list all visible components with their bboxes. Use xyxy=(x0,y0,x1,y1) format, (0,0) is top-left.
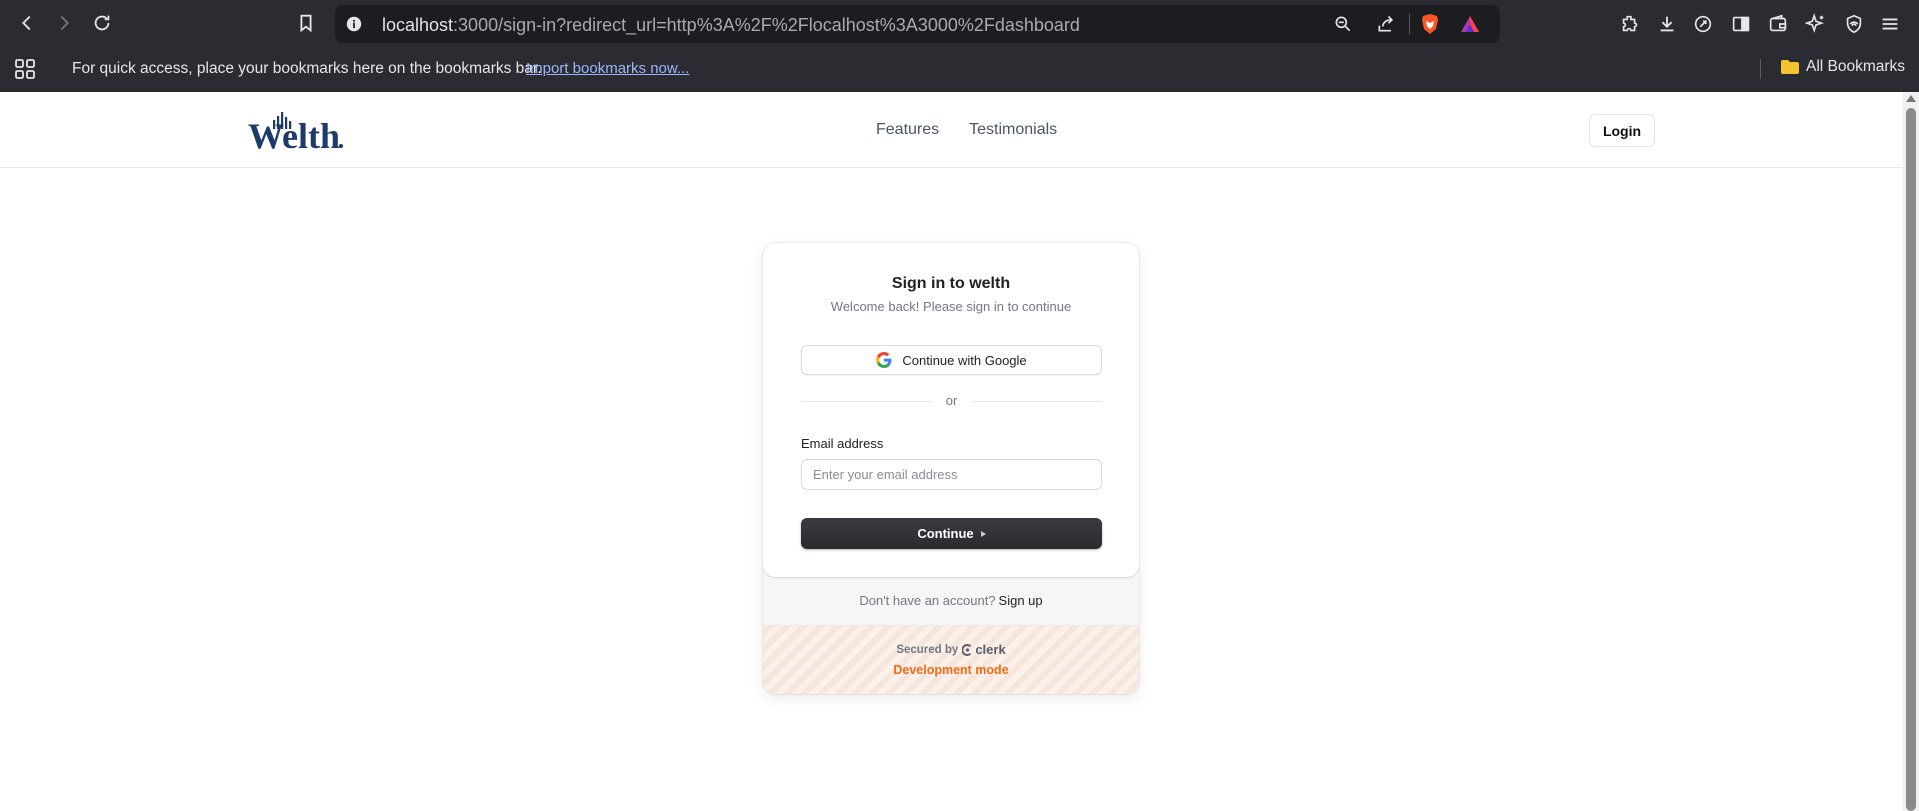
scrollbar-thumb[interactable] xyxy=(1906,108,1916,811)
caret-right-icon xyxy=(980,530,986,537)
url-text: localhost:3000/sign-in?redirect_url=http… xyxy=(382,15,1080,36)
welth-logo[interactable]: Welth xyxy=(248,108,344,152)
dev-mode-footer: Secured by clerk Development mode xyxy=(763,626,1139,694)
site-header: Welth Features Testimonials Login xyxy=(0,92,1903,168)
apps-grid-icon[interactable] xyxy=(13,57,37,81)
or-divider: or xyxy=(801,393,1102,409)
signin-subtitle: Welcome back! Please sign in to continue xyxy=(830,299,1072,314)
extensions-icon[interactable] xyxy=(1617,11,1643,37)
signin-card: Sign in to welth Welcome back! Please si… xyxy=(763,243,1139,694)
signin-title: Sign in to welth xyxy=(891,275,1011,292)
secured-by-clerk[interactable]: Secured by clerk xyxy=(763,642,1139,657)
all-bookmarks-button[interactable]: All Bookmarks xyxy=(1780,58,1905,76)
brave-rewards-icon[interactable] xyxy=(1459,13,1481,35)
back-button[interactable] xyxy=(13,9,41,37)
omnibox-separator xyxy=(1409,14,1410,34)
reload-button[interactable] xyxy=(88,9,116,37)
signin-form-panel: Sign in to welth Welcome back! Please si… xyxy=(763,243,1139,577)
no-account-text: Don't have an account? xyxy=(859,593,996,608)
bookmark-button[interactable] xyxy=(292,9,320,37)
nav-testimonials[interactable]: Testimonials xyxy=(969,121,1057,139)
development-mode-badge: Development mode xyxy=(893,663,1009,677)
address-bar[interactable]: localhost:3000/sign-in?redirect_url=http… xyxy=(335,5,1500,43)
forward-button[interactable] xyxy=(50,9,78,37)
clerk-wordmark: clerk xyxy=(975,642,1006,657)
import-bookmarks-link[interactable]: Import bookmarks now... xyxy=(526,60,689,77)
sparkle-icon[interactable] xyxy=(1803,11,1829,37)
vpn-shield-icon[interactable] xyxy=(1841,11,1867,37)
main-nav: Features Testimonials xyxy=(876,121,1057,139)
site-info-icon[interactable] xyxy=(343,13,365,35)
menu-icon[interactable] xyxy=(1877,11,1903,37)
divider-line-right xyxy=(972,401,1102,402)
scroll-up-icon[interactable] xyxy=(1906,95,1916,102)
svg-text:Welth: Welth xyxy=(248,116,340,152)
bookmarks-bar: For quick access, place your bookmarks h… xyxy=(0,47,1919,92)
all-bookmarks-label: All Bookmarks xyxy=(1806,58,1906,75)
downloads-icon[interactable] xyxy=(1654,11,1680,37)
bookmarks-divider xyxy=(1760,59,1761,79)
clerk-icon xyxy=(962,643,972,656)
page-scrollbar[interactable] xyxy=(1903,92,1919,811)
reload-icon xyxy=(94,15,110,31)
login-button[interactable]: Login xyxy=(1589,114,1655,147)
zoom-icon[interactable] xyxy=(1332,13,1354,35)
continue-button[interactable]: Continue xyxy=(801,518,1102,549)
wallet-icon[interactable] xyxy=(1765,11,1791,37)
bookmarks-prompt: For quick access, place your bookmarks h… xyxy=(72,60,542,77)
google-icon xyxy=(876,352,892,368)
folder-icon xyxy=(1781,60,1799,74)
nav-features[interactable]: Features xyxy=(876,121,939,139)
email-label: Email address xyxy=(801,436,884,451)
url-host: localhost xyxy=(382,15,454,35)
clerk-logo: clerk xyxy=(962,642,1006,657)
email-field[interactable] xyxy=(801,459,1102,490)
leo-ai-icon[interactable] xyxy=(1690,11,1716,37)
browser-toolbar: localhost:3000/sign-in?redirect_url=http… xyxy=(0,0,1919,47)
forward-arrow-icon xyxy=(60,15,69,31)
google-signin-button[interactable]: Continue with Google xyxy=(801,345,1102,375)
signup-link[interactable]: Sign up xyxy=(999,593,1043,608)
brave-shields-icon[interactable] xyxy=(1419,13,1441,35)
back-arrow-icon xyxy=(22,15,31,31)
signup-prompt: Don't have an account? Sign up xyxy=(763,593,1139,608)
page-viewport: Welth Features Testimonials Login Sign i… xyxy=(0,92,1903,811)
continue-label: Continue xyxy=(917,526,974,541)
url-path: :3000/sign-in?redirect_url=http%3A%2F%2F… xyxy=(453,15,1080,35)
share-icon[interactable] xyxy=(1375,13,1397,35)
google-signin-label: Continue with Google xyxy=(902,352,1027,368)
secured-by-text: Secured by xyxy=(896,643,959,656)
bookmark-icon xyxy=(300,14,312,33)
sidebar-icon[interactable] xyxy=(1728,11,1754,37)
